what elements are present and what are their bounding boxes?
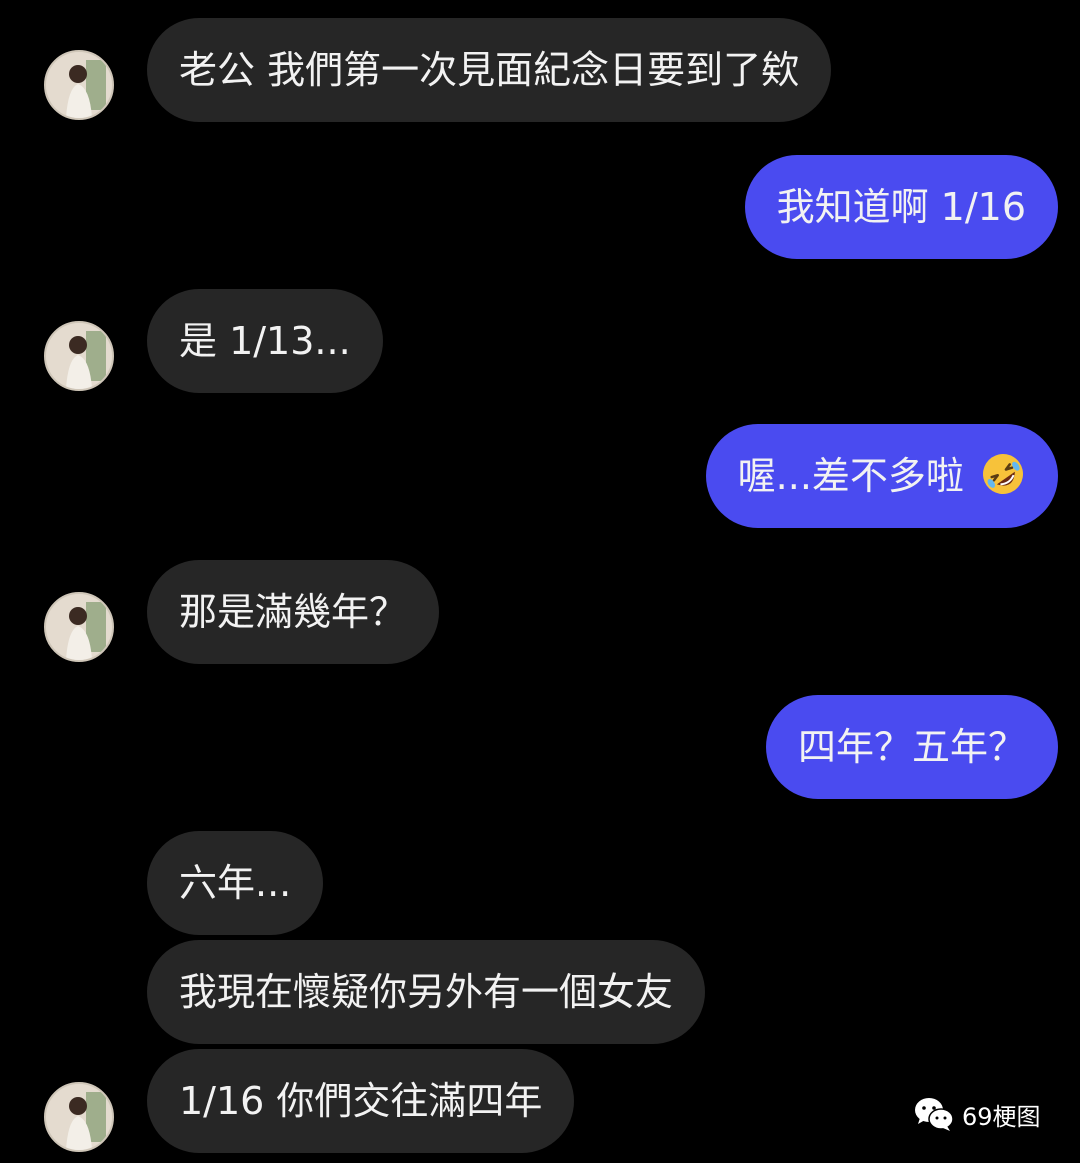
avatar-photo: [46, 1084, 112, 1150]
contact-avatar[interactable]: [44, 321, 114, 391]
incoming-message[interactable]: 六年...: [147, 831, 324, 935]
outgoing-message[interactable]: 我知道啊 1/16: [744, 155, 1058, 259]
avatar-photo: [46, 52, 112, 118]
avatar-photo: [46, 323, 112, 389]
incoming-message[interactable]: 我現在懷疑你另外有一個女友: [147, 940, 706, 1044]
incoming-message[interactable]: 是 1/13...: [147, 289, 383, 393]
contact-avatar[interactable]: [44, 50, 114, 120]
outgoing-message[interactable]: 四年？五年？: [765, 695, 1058, 799]
incoming-message[interactable]: 那是滿幾年？: [147, 560, 440, 664]
wechat-icon: [915, 1098, 954, 1131]
watermark: 69梗图: [914, 1094, 1041, 1134]
outgoing-message[interactable]: 喔...差不多啦: [705, 424, 1058, 528]
contact-avatar[interactable]: [44, 592, 114, 662]
avatar-photo: [46, 594, 112, 660]
message-text: 喔...差不多啦: [737, 454, 964, 498]
incoming-message[interactable]: 1/16 你們交往滿四年: [147, 1049, 575, 1153]
rolling-on-floor-laughing-emoji: [983, 454, 1023, 494]
watermark-text: 69梗图: [962, 1102, 1041, 1131]
incoming-message[interactable]: 老公 我們第一次見面紀念日要到了欸: [147, 18, 832, 122]
contact-avatar[interactable]: [44, 1082, 114, 1152]
